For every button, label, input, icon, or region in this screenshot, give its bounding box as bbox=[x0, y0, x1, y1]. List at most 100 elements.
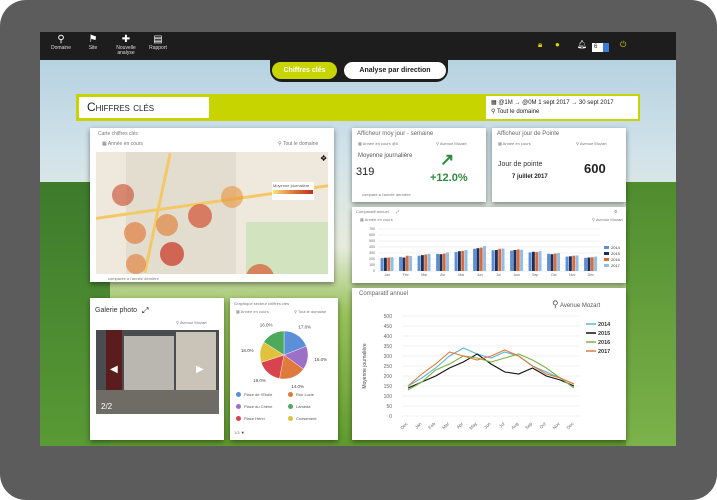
tab-chiffres-cles[interactable]: Chiffres clés bbox=[272, 62, 337, 79]
bar bbox=[565, 256, 569, 271]
pie-data-label: 18.0% bbox=[241, 348, 254, 353]
y-tick-label: 500 bbox=[384, 314, 393, 320]
nav-nouvelle-analyse[interactable]: ✚ Nouvelle analyse bbox=[112, 34, 140, 56]
map-marker[interactable] bbox=[188, 204, 212, 228]
bell-icon[interactable]: 🔔︎ bbox=[577, 40, 587, 49]
pie-chart[interactable]: 17.0% 16.0% 14.0% 19.0% 18.0% 16.0% bbox=[230, 320, 338, 390]
bar bbox=[390, 257, 394, 271]
street-photo[interactable]: ◀ ▶ 2/2 bbox=[96, 330, 219, 414]
map-filter[interactable]: ▦ Année en cours bbox=[102, 141, 143, 147]
pie-legend-label: Croisement bbox=[296, 416, 317, 421]
previous-photo-icon[interactable]: ◀ bbox=[110, 364, 118, 375]
nav-domaine[interactable]: ⚲ Domaine bbox=[50, 34, 72, 51]
map-pin-icon: ⚲ bbox=[294, 309, 297, 314]
afficheur-moy-panel: Afficheur moy jour - semaine ▦ Année en … bbox=[352, 128, 486, 202]
pie-legend-item[interactable]: Place de l'Etoile bbox=[236, 392, 272, 398]
map-pin-icon: ⚑ bbox=[88, 34, 98, 45]
bar bbox=[457, 251, 461, 271]
map-marker[interactable] bbox=[112, 184, 134, 206]
x-tick-label: Oct bbox=[551, 273, 556, 277]
x-tick-label: Fév bbox=[403, 273, 409, 277]
bar bbox=[594, 256, 598, 271]
afficheur-moy-title: Afficheur moy jour - semaine bbox=[357, 131, 434, 137]
period-b[interactable]: @0M bbox=[522, 100, 536, 106]
x-tick-label: Oct bbox=[539, 421, 548, 430]
pie-legend-item[interactable]: Place Henri bbox=[236, 416, 265, 422]
galerie-location[interactable]: ⚲ Avenue Mozart bbox=[176, 320, 207, 325]
map-panel-title: Carte chiffres clés bbox=[98, 131, 138, 137]
bar bbox=[557, 253, 561, 271]
afficheur-moy-location[interactable]: ⚲ Avenue Mozart bbox=[436, 141, 467, 146]
afficheur-pointe-panel: Afficheur jour de Pointe ▦ Année en cour… bbox=[492, 128, 626, 202]
nav-site[interactable]: ⚑ Site bbox=[82, 34, 104, 51]
city-map[interactable]: Moyenne journalière ❖ bbox=[96, 152, 328, 274]
afficheur-pointe-filter[interactable]: ▦ Année en cours bbox=[498, 141, 531, 146]
pie-legend-label: Place du Chêne bbox=[244, 404, 273, 409]
info-icon[interactable]: ● bbox=[555, 40, 560, 49]
x-tick-label: Aug bbox=[510, 421, 520, 431]
bar bbox=[535, 252, 539, 271]
pie-filter[interactable]: ▦ Année en cours bbox=[236, 309, 269, 314]
afficheur-moy-filter[interactable]: ▦ Année en cours @0 bbox=[358, 141, 398, 146]
map-marker[interactable] bbox=[124, 222, 146, 244]
pie-legend-item[interactable]: Place du Chêne bbox=[236, 404, 273, 410]
y-tick-label: 250 bbox=[384, 364, 393, 370]
map-pin-icon: ⚲ bbox=[176, 320, 179, 325]
period-info: ▦ @1M → @0M 1 sept 2017 → 30 sept 2017 ⚲… bbox=[486, 96, 638, 119]
lock-icon[interactable]: 🔒︎ bbox=[538, 40, 542, 50]
y-tick-label: 500 bbox=[369, 239, 375, 243]
bar bbox=[498, 248, 502, 271]
bar bbox=[510, 250, 514, 271]
bar bbox=[424, 254, 428, 271]
bar bbox=[439, 254, 443, 271]
bar bbox=[476, 248, 480, 271]
pie-legend-item[interactable]: Lambda bbox=[288, 404, 310, 410]
bar bbox=[387, 257, 391, 271]
calendar-icon: ▦ bbox=[491, 100, 497, 106]
layers-icon[interactable]: ❖ bbox=[320, 154, 327, 163]
pie-location[interactable]: ⚲ Tout le domaine bbox=[294, 309, 326, 314]
y-tick-label: 100 bbox=[369, 263, 375, 267]
map-marker[interactable] bbox=[126, 254, 146, 274]
pie-data-label: 17.0% bbox=[298, 324, 311, 329]
x-tick-label: Jan bbox=[414, 421, 423, 430]
series-line bbox=[407, 353, 575, 391]
power-icon[interactable]: ⏻ bbox=[620, 40, 626, 50]
pie-legend-item[interactable]: Rue Lucie bbox=[288, 392, 315, 398]
x-tick-label: Sep bbox=[524, 421, 534, 431]
period-a[interactable]: @1M bbox=[498, 100, 512, 106]
domain-scope[interactable]: Tout le domaine bbox=[497, 109, 539, 115]
tab-analyse-par-direction[interactable]: Analyse par direction bbox=[344, 62, 446, 79]
x-tick-label: Dec bbox=[400, 421, 410, 431]
bar bbox=[501, 248, 505, 271]
pie-legend-item[interactable]: Croisement bbox=[288, 416, 317, 422]
y-tick-label: 400 bbox=[369, 245, 375, 249]
map-footer: comparée à l'année dernière bbox=[108, 276, 159, 281]
bar bbox=[590, 257, 594, 271]
pie-data-label: 14.0% bbox=[291, 384, 304, 389]
page-title: Chiffres clés bbox=[79, 97, 209, 118]
map-location[interactable]: ⚲ Tout le domaine bbox=[278, 141, 318, 147]
bar-chart[interactable]: 0 100 200 300 400 500 600 700 Jan Fév Mar Avr Mai Jun… bbox=[352, 207, 626, 283]
legend-label: 2014 bbox=[598, 322, 611, 328]
y-tick-label: 50 bbox=[386, 404, 392, 410]
x-tick-label: May bbox=[468, 421, 478, 431]
series-line bbox=[407, 347, 575, 387]
site-select[interactable]: 6 bbox=[592, 43, 609, 52]
map-marker[interactable] bbox=[160, 242, 184, 266]
arrow-right-icon: → bbox=[514, 100, 521, 106]
x-tick-label: Nov bbox=[569, 273, 575, 277]
bar bbox=[483, 246, 487, 271]
pie-pagination[interactable]: 1/3 ▼ bbox=[234, 430, 245, 435]
next-photo-icon[interactable]: ▶ bbox=[196, 364, 204, 375]
line-chart[interactable]: 0 50 100 150 200 250 300 350 400 450 500 Moyenne jo… bbox=[352, 288, 626, 440]
bar bbox=[520, 249, 524, 271]
map-marker[interactable] bbox=[156, 214, 178, 236]
afficheur-pointe-location[interactable]: ⚲ Avenue Mozart bbox=[576, 141, 607, 146]
galerie-title: Galerie photo bbox=[95, 307, 138, 314]
expand-icon[interactable]: ⤢ bbox=[142, 306, 148, 316]
map-marker[interactable] bbox=[221, 186, 243, 208]
pie-legend-label: Rue Lucie bbox=[296, 392, 315, 397]
bar bbox=[528, 252, 532, 271]
nav-rapport[interactable]: ▤ Rapport bbox=[146, 34, 170, 51]
